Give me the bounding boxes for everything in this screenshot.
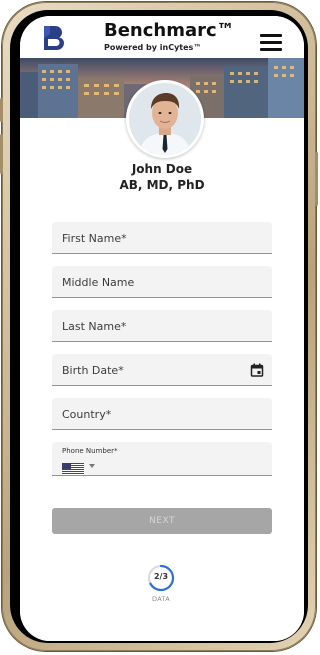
last-name-label: Last Name*	[62, 320, 127, 333]
side-button-left	[0, 98, 3, 122]
first-name-field[interactable]: First Name*	[52, 222, 272, 254]
next-button[interactable]: NEXT	[52, 508, 272, 534]
user-avatar	[126, 80, 204, 158]
progress-step-text: 2/3	[153, 572, 169, 581]
phone-number-label: Phone Number*	[62, 447, 118, 455]
birth-date-label: Birth Date*	[62, 364, 124, 377]
app-header: Benchmarc™ Powered by inCytes™	[20, 16, 304, 58]
app-screen: Benchmarc™ Powered by inCytes™ John Doe …	[20, 16, 304, 641]
last-name-field[interactable]: Last Name*	[52, 310, 272, 342]
calendar-icon[interactable]	[250, 362, 264, 377]
user-name: John Doe	[131, 162, 193, 176]
chevron-down-icon[interactable]	[89, 464, 95, 468]
side-button-right	[315, 152, 318, 206]
phone-number-field[interactable]: Phone Number*	[52, 442, 272, 476]
us-flag-icon[interactable]	[62, 460, 84, 475]
brand-subtitle: Powered by inCytes™	[104, 43, 202, 52]
country-field[interactable]: Country*	[52, 398, 272, 430]
middle-name-field[interactable]: Middle Name	[52, 266, 272, 298]
user-credentials: AB, MD, PhD	[119, 178, 205, 192]
progress-label: DATA	[152, 595, 170, 603]
benchmarc-logo-icon[interactable]	[36, 22, 68, 54]
birth-date-field[interactable]: Birth Date*	[52, 354, 272, 386]
brand-title: Benchmarc™	[104, 20, 235, 41]
middle-name-label: Middle Name	[62, 276, 135, 289]
country-label: Country*	[62, 408, 112, 421]
first-name-label: First Name*	[62, 232, 127, 245]
side-button-left-volume	[0, 134, 3, 174]
hamburger-menu-icon[interactable]	[260, 34, 282, 52]
